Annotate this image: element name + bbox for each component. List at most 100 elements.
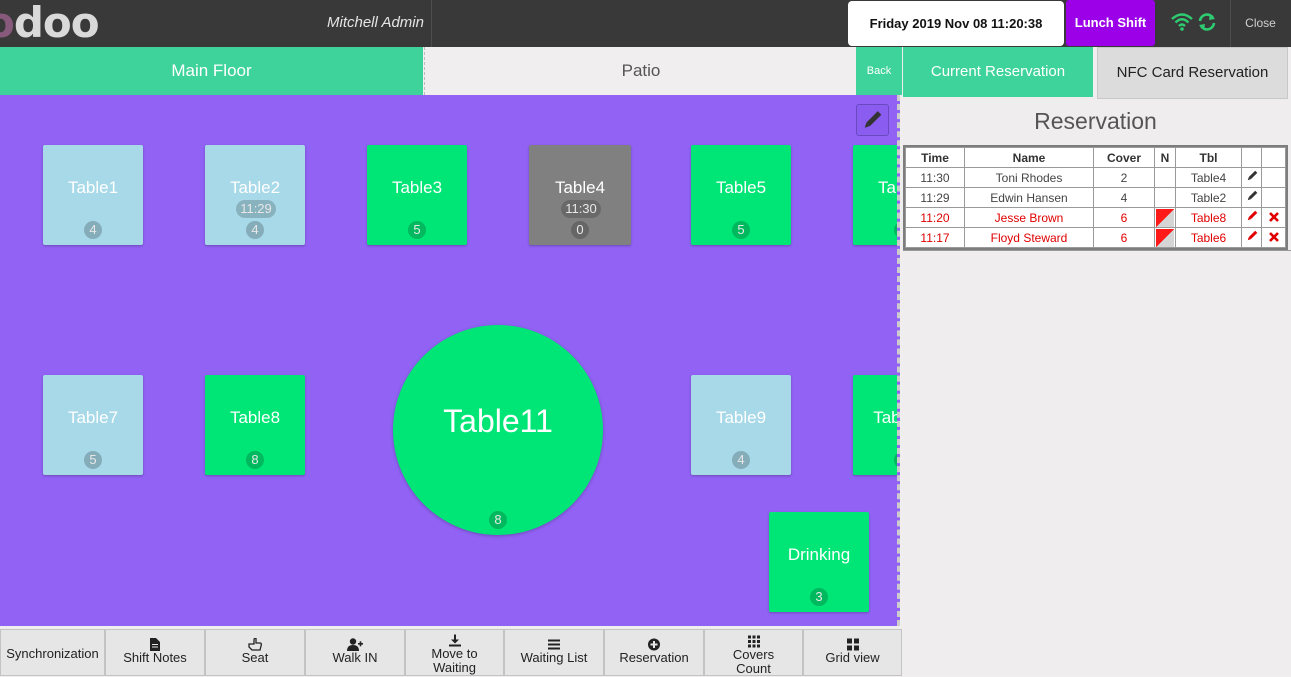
seat-button[interactable]: Seat (205, 629, 305, 676)
table-6[interactable]: Table6 6 (853, 145, 897, 245)
res-cover: 2 (1093, 167, 1155, 188)
edit-reservation-button[interactable] (1241, 227, 1262, 248)
edit-reservation-button[interactable] (1241, 207, 1262, 228)
button-label: Grid view (825, 650, 880, 665)
column-header: Name (964, 147, 1094, 168)
cover-count: 4 (732, 451, 750, 469)
back-button[interactable]: Back (856, 47, 902, 95)
synchronization-button[interactable]: Synchronization (0, 629, 105, 676)
res-note (1154, 207, 1176, 228)
reservation-button[interactable]: Reservation (604, 629, 704, 676)
lunch-shift-button[interactable]: Lunch Shift (1066, 0, 1155, 46)
res-table: Table8 (1175, 207, 1242, 228)
res-note (1154, 227, 1176, 248)
table-name: Table8 (229, 408, 281, 427)
edit-reservation-button[interactable] (1241, 187, 1262, 208)
top-bar: odoo Mitchell Admin Friday 2019 Nov 08 1… (0, 0, 1291, 47)
table-5[interactable]: Table5 5 (691, 145, 791, 245)
column-header: Tbl (1175, 147, 1242, 168)
table-row[interactable]: 11:17 Floyd Steward 6 Table6 (905, 227, 1286, 248)
table-drinking[interactable]: Drinking 3 (769, 512, 869, 612)
delete-reservation-button[interactable] (1261, 207, 1286, 228)
table-7[interactable]: Table7 5 (43, 375, 143, 475)
cover-count: 8 (246, 451, 264, 469)
button-label: Shift Notes (123, 650, 187, 665)
button-label: Seat (241, 650, 269, 665)
close-icon (1268, 231, 1279, 242)
res-table: Table4 (1175, 167, 1242, 188)
grid-view-button[interactable]: Grid view (803, 629, 902, 676)
pencil-icon (1247, 210, 1257, 221)
table-header: Time Name Cover N Tbl (905, 147, 1286, 168)
waiting-list-button[interactable]: Waiting List (504, 629, 604, 676)
pencil-icon (864, 111, 882, 128)
res-name: Jesse Brown (964, 207, 1094, 228)
button-label: Synchronization (6, 646, 99, 661)
res-cover: 4 (1093, 187, 1155, 208)
column-header (1241, 147, 1262, 168)
cover-count: 4 (246, 221, 264, 239)
close-icon (1268, 211, 1279, 222)
table-name: Table1 (67, 178, 119, 197)
table-4[interactable]: Table4 11:30 0 (529, 145, 631, 245)
reservation-time: 11:30 (561, 200, 601, 218)
res-table: Table2 (1175, 187, 1242, 208)
edit-reservation-button[interactable] (1241, 167, 1262, 188)
cover-count: 3 (810, 588, 828, 606)
table-name: Table2 (229, 178, 281, 197)
table-name: Table10 (873, 408, 900, 427)
shift-notes-button[interactable]: Shift Notes (105, 629, 205, 676)
tab-patio[interactable]: Patio (424, 47, 857, 95)
empty-cell (1261, 167, 1286, 188)
reservation-table: Time Name Cover N Tbl 11:30 Toni Rhodes … (903, 145, 1288, 250)
divider (903, 250, 1291, 251)
column-header: Time (905, 147, 965, 168)
edit-floor-button[interactable] (856, 104, 889, 136)
button-label: Reservation (619, 650, 689, 665)
table-name: Table9 (715, 408, 767, 427)
pencil-icon (1247, 170, 1257, 181)
delete-reservation-button[interactable] (1261, 227, 1286, 248)
table-8[interactable]: Table8 8 (205, 375, 305, 475)
tab-nfc-card-reservation[interactable]: NFC Card Reservation (1097, 47, 1288, 99)
tab-main-floor[interactable]: Main Floor (0, 47, 423, 95)
table-name: Table11 (443, 403, 553, 439)
res-cover: 6 (1093, 207, 1155, 228)
button-label: Waiting List (520, 650, 588, 665)
divider (431, 0, 432, 47)
covers-count-button[interactable]: Covers Count (704, 629, 803, 676)
table-9[interactable]: Table9 4 (691, 375, 791, 475)
table-3[interactable]: Table3 5 (367, 145, 467, 245)
table-name: Drinking (787, 545, 851, 564)
res-note (1154, 187, 1176, 208)
table-1[interactable]: Table1 4 (43, 145, 143, 245)
cover-count: 0 (571, 221, 589, 239)
odoo-logo: odoo (0, 0, 100, 47)
user-name: Mitchell Admin (327, 14, 424, 31)
pencil-icon (1247, 230, 1257, 241)
walk-in-button[interactable]: Walk IN (305, 629, 405, 676)
table-2[interactable]: Table2 11:29 4 (205, 145, 305, 245)
late-flag-icon (1156, 228, 1174, 247)
cover-count: 4 (894, 451, 897, 469)
table-row[interactable]: 11:30 Toni Rhodes 2 Table4 (905, 167, 1286, 188)
table-row[interactable]: 11:20 Jesse Brown 6 Table8 (905, 207, 1286, 228)
sync-icon[interactable] (1197, 12, 1217, 37)
table-name: Table4 (554, 178, 606, 197)
move-to-waiting-button[interactable]: Move to Waiting (405, 629, 504, 676)
button-label: Walk IN (332, 650, 378, 665)
table-row[interactable]: 11:29 Edwin Hansen 4 Table2 (905, 187, 1286, 208)
close-button[interactable]: Close (1230, 0, 1291, 47)
tab-current-reservation[interactable]: Current Reservation (903, 47, 1093, 97)
res-name: Edwin Hansen (964, 187, 1094, 208)
button-label: Covers Count (732, 647, 775, 676)
res-name: Floyd Steward (964, 227, 1094, 248)
cover-count: 4 (84, 221, 102, 239)
column-header: N (1154, 147, 1176, 168)
res-note (1154, 167, 1176, 188)
table-10[interactable]: Table10 4 (853, 375, 900, 475)
late-flag-icon (1156, 208, 1174, 227)
cover-count: 5 (732, 221, 750, 239)
table-11[interactable]: Table11 8 (393, 325, 603, 535)
reservation-time: 11:29 (236, 200, 276, 218)
